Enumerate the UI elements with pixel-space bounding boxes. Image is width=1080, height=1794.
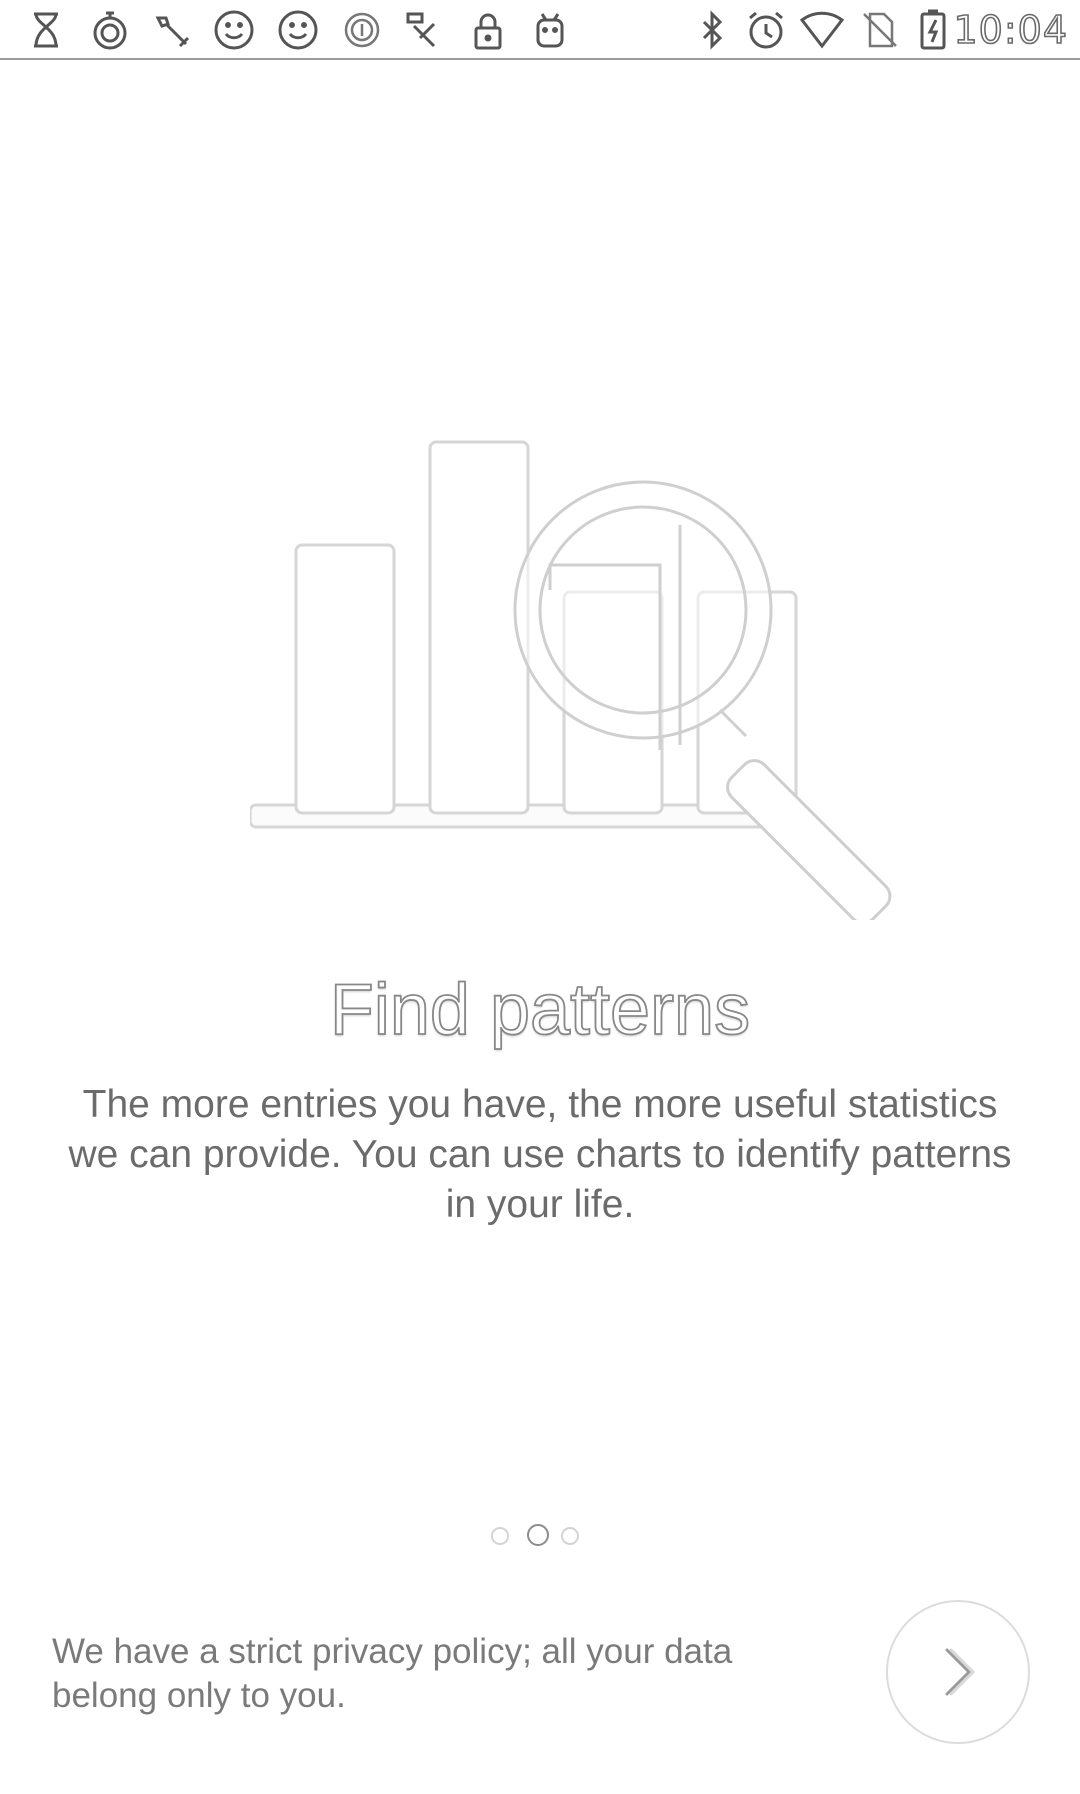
bluetooth-icon	[690, 8, 734, 52]
no-sim-icon	[858, 8, 902, 52]
page-indicator	[487, 1524, 593, 1546]
next-button[interactable]	[886, 1600, 1030, 1744]
chevron-right-icon	[935, 1642, 981, 1702]
smiley-icon	[276, 8, 320, 52]
app-badge-icon	[402, 8, 446, 52]
page-dot-3[interactable]	[561, 1527, 579, 1545]
circle-badge-icon	[340, 8, 384, 52]
smiley-icon	[212, 8, 256, 52]
stopwatch-icon	[88, 8, 132, 52]
battery-charging-icon	[912, 8, 956, 52]
wrench-icon	[150, 8, 194, 52]
page-title: Find patterns	[329, 969, 751, 1051]
page-dot-2[interactable]	[527, 1524, 549, 1546]
page-dot-1[interactable]	[491, 1527, 509, 1545]
wifi-icon	[800, 8, 844, 52]
privacy-text: We have a strict privacy policy; all you…	[52, 1632, 733, 1715]
bar-chart-magnifier-icon	[250, 420, 940, 920]
status-time: 10:04	[953, 8, 1068, 52]
status-bar: 10:04	[0, 0, 1080, 60]
hourglass-icon	[24, 8, 68, 52]
lock-icon	[466, 8, 510, 52]
alarm-icon	[744, 8, 788, 52]
page-description: The more entries you have, the more usef…	[68, 1083, 1012, 1226]
android-icon	[528, 8, 572, 52]
